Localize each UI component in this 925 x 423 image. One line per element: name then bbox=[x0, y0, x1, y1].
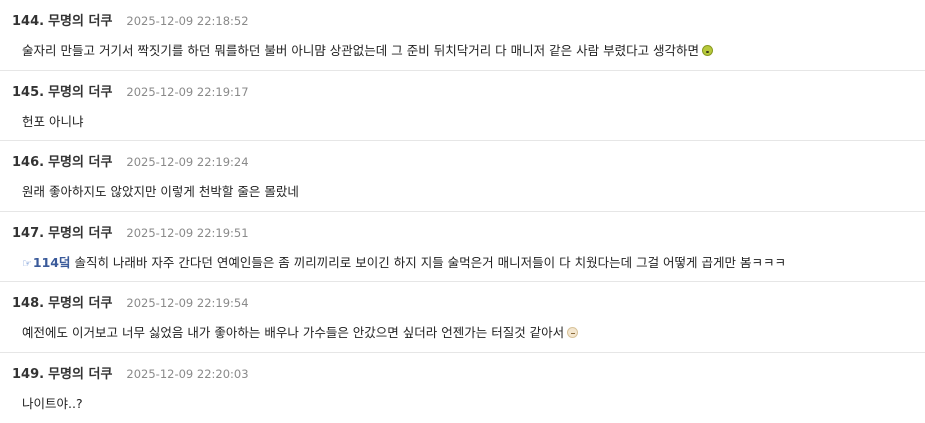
comment-body: 헌포 아니냐 bbox=[22, 111, 83, 130]
comment-author: 무명의 더쿠 bbox=[48, 151, 112, 170]
comment-text: 나이트야..? bbox=[22, 396, 83, 411]
comment-author: 무명의 더쿠 bbox=[48, 81, 112, 100]
comment-text: 예전에도 이거보고 너무 싫었음 내가 좋아하는 배우나 가수들은 안갔으면 싶… bbox=[22, 325, 564, 340]
comment-header: 147. 무명의 더쿠 2025-12-09 22:19:51 bbox=[12, 222, 249, 241]
comment-body: 나이트야..? bbox=[22, 393, 83, 412]
comment-item: 146. 무명의 더쿠 2025-12-09 22:19:24 원래 좋아하지도… bbox=[0, 141, 925, 212]
comment-header: 144. 무명의 더쿠 2025-12-09 22:18:52 bbox=[12, 10, 249, 29]
comment-list: 144. 무명의 더쿠 2025-12-09 22:18:52 술자리 만들고 … bbox=[0, 0, 925, 421]
comment-item: 148. 무명의 더쿠 2025-12-09 22:19:54 예전에도 이거보… bbox=[0, 282, 925, 353]
comment-item: 145. 무명의 더쿠 2025-12-09 22:19:17 헌포 아니냐 bbox=[0, 71, 925, 142]
comment-text: 솔직히 나래바 자주 간다던 연예인들은 좀 끼리끼리로 보이긴 하지 지들 술… bbox=[70, 255, 786, 270]
comment-number[interactable]: 147. bbox=[12, 226, 44, 241]
comment-number[interactable]: 146. bbox=[12, 155, 44, 170]
pointing-hand-icon: ☞ bbox=[22, 257, 32, 270]
comment-body: 원래 좋아하지도 않았지만 이렇게 천박할 줄은 몰랐네 bbox=[22, 181, 299, 200]
comment-author: 무명의 더쿠 bbox=[48, 292, 112, 311]
comment-header: 145. 무명의 더쿠 2025-12-09 22:19:17 bbox=[12, 81, 249, 100]
comment-body: 예전에도 이거보고 너무 싫었음 내가 좋아하는 배우나 가수들은 안갔으면 싶… bbox=[22, 322, 578, 341]
comment-number[interactable]: 148. bbox=[12, 296, 44, 311]
sick-face-icon bbox=[702, 45, 713, 56]
comment-item: 144. 무명의 더쿠 2025-12-09 22:18:52 술자리 만들고 … bbox=[0, 0, 925, 71]
comment-item: 147. 무명의 더쿠 2025-12-09 22:19:51 ☞114덬 솔직… bbox=[0, 212, 925, 283]
comment-item: 149. 무명의 더쿠 2025-12-09 22:20:03 나이트야..? bbox=[0, 353, 925, 423]
comment-author: 무명의 더쿠 bbox=[48, 10, 112, 29]
comment-number[interactable]: 144. bbox=[12, 14, 44, 29]
comment-timestamp: 2025-12-09 22:20:03 bbox=[126, 367, 248, 381]
comment-timestamp: 2025-12-09 22:19:17 bbox=[126, 85, 248, 99]
comment-number[interactable]: 149. bbox=[12, 367, 44, 382]
comment-text: 원래 좋아하지도 않았지만 이렇게 천박할 줄은 몰랐네 bbox=[22, 184, 299, 199]
comment-text: 술자리 만들고 거기서 짝짓기를 하던 뭐를하던 불버 아니먐 상관없는데 그 … bbox=[22, 43, 699, 58]
comment-timestamp: 2025-12-09 22:19:54 bbox=[126, 296, 248, 310]
comment-timestamp: 2025-12-09 22:19:51 bbox=[126, 226, 248, 240]
reply-reference-label: 114덬 bbox=[33, 255, 71, 270]
comment-body: ☞114덬 솔직히 나래바 자주 간다던 연예인들은 좀 끼리끼리로 보이긴 하… bbox=[22, 252, 786, 271]
comment-header: 149. 무명의 더쿠 2025-12-09 22:20:03 bbox=[12, 363, 249, 382]
comment-author: 무명의 더쿠 bbox=[48, 363, 112, 382]
comment-timestamp: 2025-12-09 22:19:24 bbox=[126, 155, 248, 169]
comment-number[interactable]: 145. bbox=[12, 85, 44, 100]
reply-reference-link[interactable]: ☞114덬 bbox=[22, 255, 70, 270]
comment-header: 148. 무명의 더쿠 2025-12-09 22:19:54 bbox=[12, 292, 249, 311]
neutral-face-icon bbox=[567, 327, 578, 338]
comment-author: 무명의 더쿠 bbox=[48, 222, 112, 241]
comment-timestamp: 2025-12-09 22:18:52 bbox=[126, 14, 248, 28]
comment-text: 헌포 아니냐 bbox=[22, 114, 83, 129]
comment-header: 146. 무명의 더쿠 2025-12-09 22:19:24 bbox=[12, 151, 249, 170]
comment-body: 술자리 만들고 거기서 짝짓기를 하던 뭐를하던 불버 아니먐 상관없는데 그 … bbox=[22, 40, 713, 59]
